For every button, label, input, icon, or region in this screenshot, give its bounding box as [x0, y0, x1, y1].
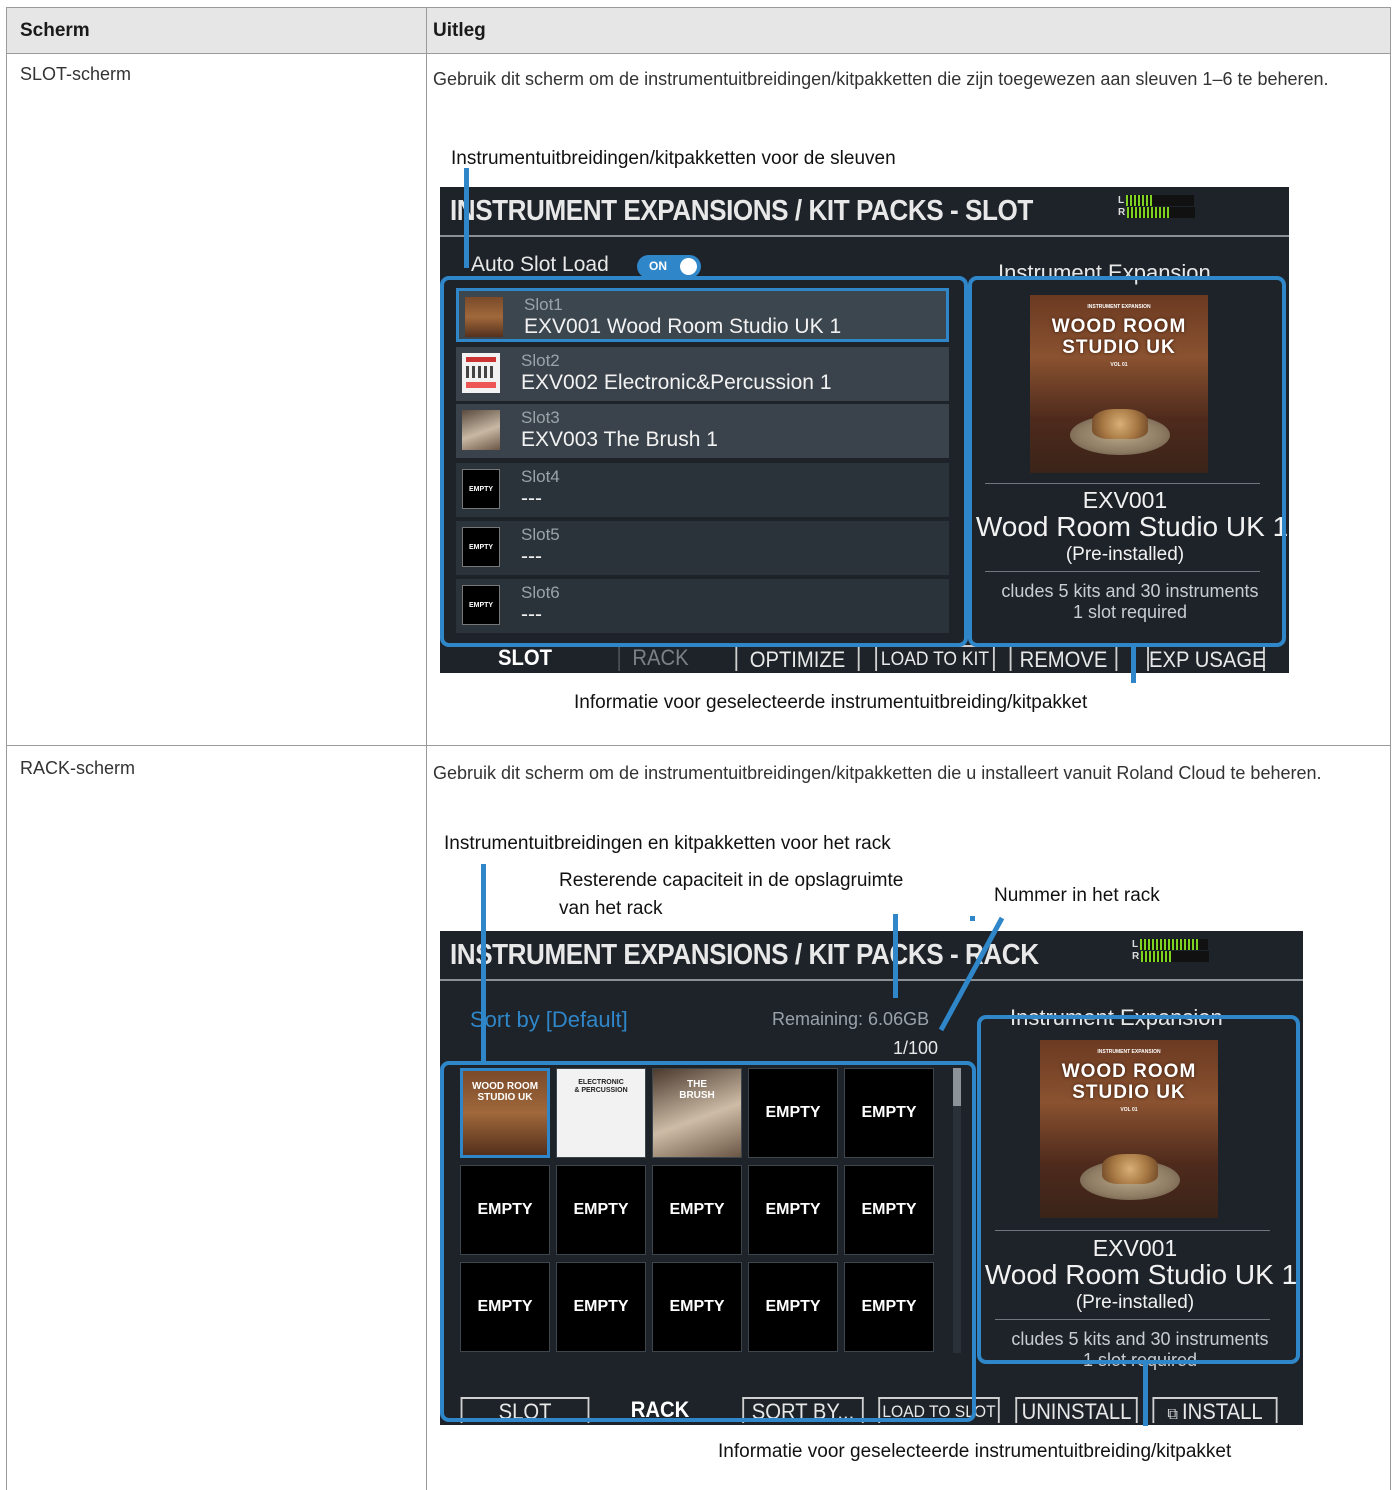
tab-rack[interactable]: RACK [618, 645, 702, 671]
row-description: Gebruik dit scherm om de instrumentuitbr… [433, 763, 1322, 783]
remove-button[interactable]: REMOVE [1009, 645, 1118, 672]
table-border [6, 53, 1391, 54]
callout-leader [1143, 1362, 1148, 1426]
table-border [6, 7, 7, 1490]
highlight-info [968, 276, 1286, 647]
callout-number: Nummer in het rack [994, 885, 1160, 906]
sort-label[interactable]: Sort by [Default] [470, 1007, 628, 1033]
highlight-info [977, 1015, 1300, 1364]
title-rule [440, 979, 1303, 981]
callout-remaining-1: Resterende capaciteit in de opslagruimte [559, 870, 904, 891]
level-meter: L R [1132, 939, 1210, 963]
table-border [1390, 7, 1391, 1490]
callout-leader [1131, 645, 1136, 683]
table-border [6, 7, 1391, 8]
remaining-capacity: Remaining: 6.06GB [772, 1009, 930, 1029]
function-tabs: SLOT RACK OPTIMIZE LOAD TO KIT REMOVE EX… [440, 645, 1289, 673]
auto-slot-toggle[interactable]: ON [637, 255, 701, 278]
install-button[interactable]: ⧉ INSTALL [1152, 1397, 1278, 1424]
callout-slots: Instrumentuitbreidingen/kitpakketten voo… [451, 148, 896, 169]
tab-slot[interactable]: SLOT [484, 645, 567, 671]
callout-info: Informatie voor geselecteerde instrument… [574, 692, 1088, 713]
callout-leader [481, 864, 486, 1064]
title-rule [440, 235, 1289, 237]
row-screen-name: SLOT-scherm [20, 64, 132, 84]
meter-r-label: R [1118, 207, 1126, 219]
callout-leader [893, 914, 898, 998]
external-link-icon: ⧉ [1167, 1406, 1182, 1423]
meter-l-label: L [1118, 195, 1125, 207]
callout-rack: Instrumentuitbreidingen en kitpakketten … [444, 833, 891, 854]
highlight-slots [440, 276, 968, 647]
toggle-label: ON [649, 259, 667, 273]
level-meter: L R [1118, 195, 1196, 219]
table-border [426, 7, 427, 1490]
header-uitleg: Uitleg [433, 20, 486, 41]
load-to-kit-button[interactable]: LOAD TO KIT [875, 645, 995, 671]
highlight-rack-grid [440, 1061, 976, 1422]
screen-title: INSTRUMENT EXPANSIONS / KIT PACKS - SLOT [450, 195, 1033, 227]
auto-slot-label: Auto Slot Load [471, 253, 609, 276]
exp-usage-button[interactable]: EXP USAGE [1147, 645, 1266, 672]
table-border [6, 745, 1391, 746]
callout-remaining-2: van het rack [559, 898, 663, 919]
header-scherm: Scherm [20, 20, 90, 41]
callout-info: Informatie voor geselecteerde instrument… [718, 1441, 1232, 1462]
row-screen-name: RACK-scherm [20, 758, 136, 778]
row-description: Gebruik dit scherm om de instrumentuitbr… [433, 69, 1329, 89]
meter-l-label: L [1132, 939, 1139, 951]
rack-counter: 1/100 [893, 1038, 939, 1058]
uninstall-button[interactable]: UNINSTALL [1015, 1397, 1138, 1424]
optimize-button[interactable]: OPTIMIZE [735, 645, 860, 672]
toggle-knob [680, 258, 697, 275]
callout-leader [464, 168, 469, 268]
meter-r-label: R [1132, 951, 1140, 963]
install-label: INSTALL [1181, 1399, 1263, 1424]
table-header-row [6, 7, 1391, 53]
